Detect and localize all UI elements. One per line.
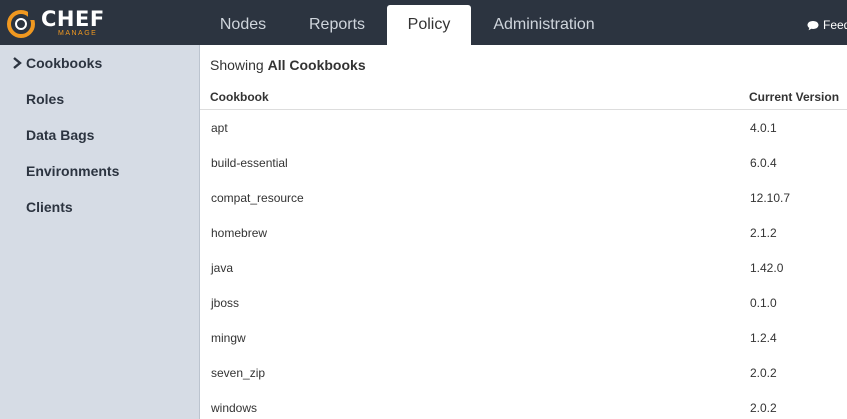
table-row[interactable]: compat_resource 12.10.7	[200, 180, 847, 215]
table-row[interactable]: java 1.42.0	[200, 250, 847, 285]
table-row[interactable]: jboss 0.1.0	[200, 285, 847, 320]
cookbook-name[interactable]: homebrew	[211, 226, 267, 240]
sidebar-item-environments[interactable]: Environments	[26, 161, 119, 181]
column-header-current-version[interactable]: Current Version	[749, 90, 839, 104]
chef-logo-icon	[7, 10, 36, 38]
cookbook-version: 0.1.0	[750, 296, 777, 310]
feedback-link[interactable]: Feedback	[807, 0, 847, 45]
speech-bubble-icon	[807, 21, 819, 31]
table-row[interactable]: apt 4.0.1	[200, 110, 847, 145]
top-navbar: CHEF MANAGE Nodes Reports Policy Adminis…	[0, 0, 847, 45]
main-content: Showing All Cookbooks Cookbook Current V…	[200, 45, 847, 419]
table-row[interactable]: mingw 1.2.4	[200, 320, 847, 355]
table-row[interactable]: homebrew 2.1.2	[200, 215, 847, 250]
logo-wordmark: CHEF	[41, 7, 105, 31]
cookbook-version: 2.1.2	[750, 226, 777, 240]
tab-administration[interactable]: Administration	[480, 5, 608, 45]
tab-reports[interactable]: Reports	[296, 5, 378, 45]
sidebar-item-cookbooks[interactable]: Cookbooks	[26, 53, 102, 73]
chevron-right-icon	[13, 57, 22, 69]
sidebar-item-data-bags[interactable]: Data Bags	[26, 125, 94, 145]
sidebar-item-roles[interactable]: Roles	[26, 89, 64, 109]
cookbook-version: 12.10.7	[750, 191, 791, 205]
cookbook-name[interactable]: compat_resource	[211, 191, 304, 205]
cookbook-name[interactable]: windows	[211, 401, 257, 415]
chef-manage-logo[interactable]: CHEF MANAGE	[6, 6, 116, 40]
cookbook-name[interactable]: seven_zip	[211, 366, 265, 380]
table-row[interactable]: seven_zip 2.0.2	[200, 355, 847, 390]
cookbook-name[interactable]: build-essential	[211, 156, 288, 170]
tab-nodes[interactable]: Nodes	[206, 5, 280, 45]
cookbook-version: 4.0.1	[750, 121, 777, 135]
cookbook-version: 2.0.2	[750, 401, 777, 415]
cookbook-name[interactable]: apt	[211, 121, 228, 135]
logo-subtitle: MANAGE	[58, 30, 98, 37]
cookbook-version: 1.42.0	[750, 261, 784, 275]
cookbook-name[interactable]: jboss	[211, 296, 239, 310]
showing-prefix: Showing	[210, 57, 264, 73]
feedback-label: Feedback	[823, 18, 847, 32]
showing-label: Showing All Cookbooks	[210, 57, 366, 73]
cookbook-name[interactable]: java	[211, 261, 233, 275]
cookbook-name[interactable]: mingw	[211, 331, 246, 345]
column-header-cookbook[interactable]: Cookbook	[210, 90, 269, 104]
tab-policy[interactable]: Policy	[387, 5, 471, 45]
sidebar-item-clients[interactable]: Clients	[26, 197, 73, 217]
table-row[interactable]: build-essential 6.0.4	[200, 145, 847, 180]
cookbook-version: 6.0.4	[750, 156, 777, 170]
table-row[interactable]: windows 2.0.2	[200, 390, 847, 419]
showing-filter: All Cookbooks	[267, 57, 366, 73]
cookbook-version: 1.2.4	[750, 331, 777, 345]
sidebar: Cookbooks Roles Data Bags Environments C…	[0, 45, 200, 419]
cookbook-version: 2.0.2	[750, 366, 777, 380]
